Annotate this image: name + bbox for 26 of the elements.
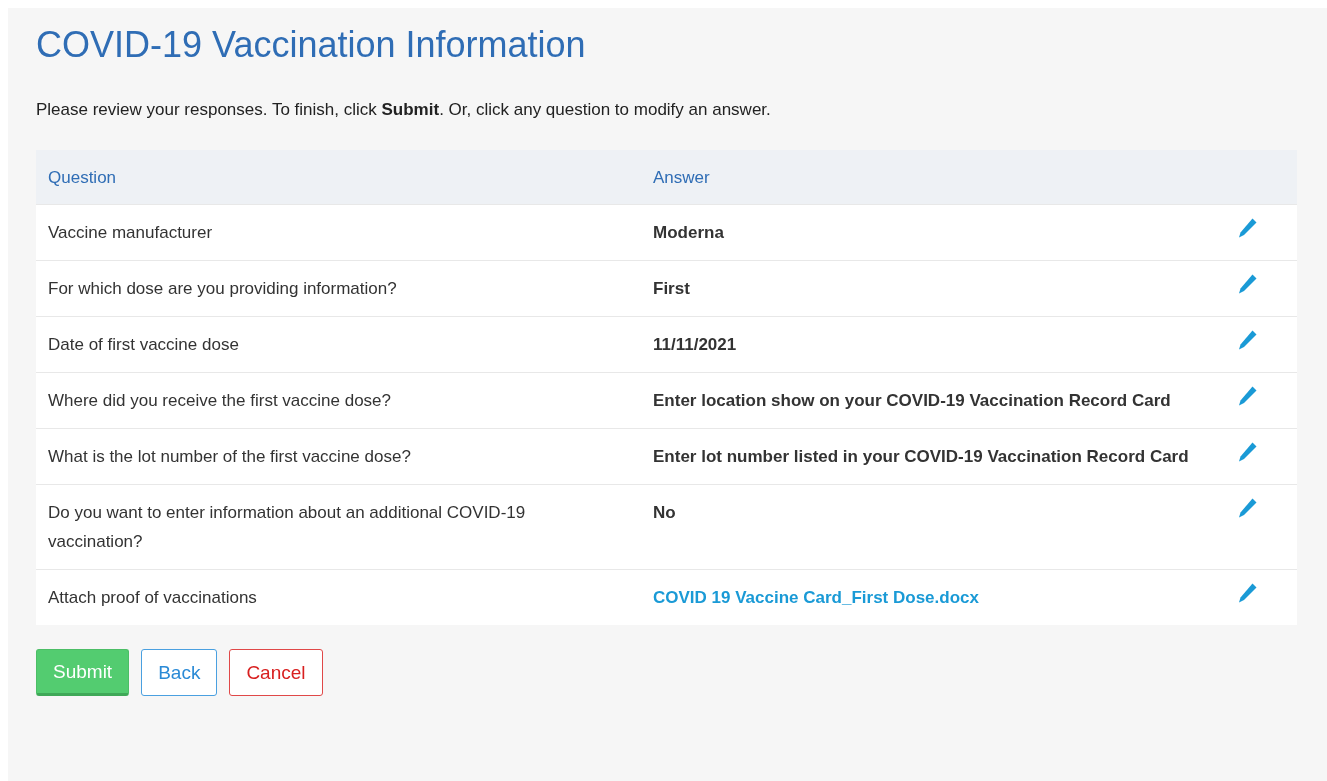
answer-text: First (653, 279, 690, 298)
edit-icon[interactable] (1237, 328, 1259, 352)
instructions: Please review your responses. To finish, click Submit. Or, click any question to modify an answer. (36, 100, 772, 120)
action-button[interactable]: Back (141, 649, 218, 696)
edit-icon[interactable] (1237, 581, 1259, 605)
edit-icon[interactable] (1237, 440, 1259, 464)
answer-text: Enter lot number listed in your COVID-19 Vaccination Record Card (653, 447, 1189, 466)
question-text[interactable]: Where did you receive the first vaccine dose? (48, 386, 588, 415)
answer-text: No (653, 503, 676, 522)
answer-text: Moderna (653, 223, 724, 242)
question-text[interactable]: Date of first vaccine dose (48, 330, 588, 359)
edit-icon[interactable] (1237, 496, 1259, 520)
edit-icon[interactable] (1237, 216, 1259, 240)
action-button[interactable]: Cancel (229, 649, 323, 696)
question-text[interactable]: Vaccine manufacturer (48, 218, 588, 247)
answer-text: Enter location show on your COVID-19 Vaccination Record Card (653, 391, 1171, 410)
column-header: Question (47, 166, 118, 189)
question-text[interactable]: For which dose are you providing information? (48, 274, 588, 303)
answer-text: 11/11/2021 (653, 335, 737, 354)
question-text[interactable]: Attach proof of vaccinations (48, 583, 588, 612)
edit-icon[interactable] (1237, 272, 1259, 296)
column-header: Answer (652, 166, 711, 189)
question-text[interactable]: Do you want to enter information about an additional COVID-19 vaccination? (48, 498, 588, 556)
page-title: COVID-19 Vaccination Information (36, 23, 587, 67)
question-text[interactable]: What is the lot number of the first vaccine dose? (48, 442, 588, 471)
edit-icon[interactable] (1237, 384, 1259, 408)
